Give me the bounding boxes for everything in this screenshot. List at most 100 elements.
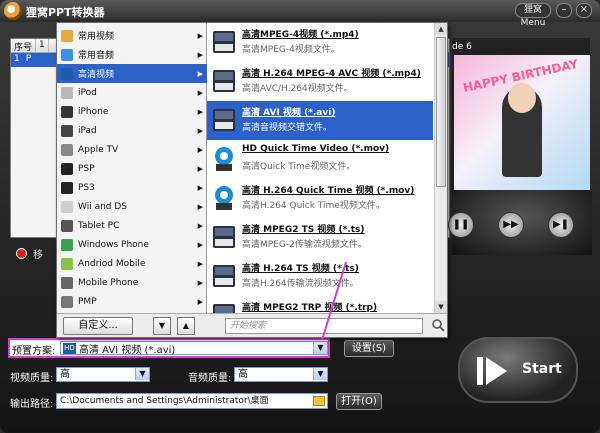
category-item[interactable]: 高清视频 ▶ <box>57 64 207 83</box>
category-list: 常用视频 ▶ 常用音频 ▶ 高清视频 ▶ iPod ▶ iPhone ▶ iPad ▶ Apple TV… <box>57 23 207 313</box>
category-item[interactable]: Tablet PC ▶ <box>57 216 207 235</box>
chevron-right-icon: ▶ <box>197 164 203 173</box>
forward-button[interactable]: ▶▶ <box>498 212 524 238</box>
ts-icon <box>213 226 235 248</box>
scroll-thumb[interactable] <box>436 37 446 187</box>
android-icon <box>61 257 73 270</box>
close-button[interactable]: × <box>576 3 592 18</box>
category-item[interactable]: 常用视频 ▶ <box>57 26 207 45</box>
category-item[interactable]: iPad ▶ <box>57 121 207 140</box>
mp4-icon <box>213 31 235 53</box>
app-title: 狸窝PPT转换器 <box>26 6 105 19</box>
open-folder-button[interactable]: 打开(O) <box>336 393 382 410</box>
format-item[interactable]: 高清 MPEG2 TRP 视频 (*.trp) <box>207 296 433 313</box>
category-item[interactable]: Wii and DS ▶ <box>57 197 207 216</box>
category-label: iPod <box>78 87 97 98</box>
chevron-down-icon[interactable]: ▼ <box>135 368 149 380</box>
category-item[interactable]: PMP ▶ <box>57 292 207 311</box>
move-down-button[interactable]: ▼ <box>153 317 171 335</box>
category-item[interactable]: Apple TV ▶ <box>57 140 207 159</box>
preset-value: 高清 AVI 视频 (*.avi) <box>79 344 176 356</box>
iphone-icon <box>61 105 73 118</box>
format-item[interactable]: 高清 H.264 Quick Time 视频 (*.mov) 高清H.264 Qu… <box>207 179 433 218</box>
preset-row: 预置方案: HD 高清 AVI 视频 (*.avi) ▼ <box>8 338 330 358</box>
hd-icon <box>61 67 73 80</box>
title-bar[interactable]: 狸窝PPT转换器 狸窝Menu – × <box>0 0 600 28</box>
format-item[interactable]: 高清 H.264 TS 视频 (*.ts) 高清H.264传输流视频文件。 <box>207 257 433 296</box>
chevron-right-icon: ▶ <box>197 240 203 249</box>
preset-dropdown[interactable]: HD 高清 AVI 视频 (*.avi) ▼ <box>60 341 328 356</box>
category-item[interactable]: 常用音频 ▶ <box>57 45 207 64</box>
format-title: 高清 H.264 Quick Time 视频 (*.mov) <box>242 186 415 196</box>
format-title: 高清 H.264 MPEG-4 AVC 视频 (*.mp4) <box>242 69 421 79</box>
minimize-button[interactable]: – <box>556 3 572 18</box>
output-path-label: 输出路径: <box>10 399 54 410</box>
file-row-name: P <box>25 54 32 64</box>
scroll-up-arrow-icon[interactable]: ▲ <box>435 23 447 35</box>
chevron-right-icon: ▶ <box>197 202 203 211</box>
format-title: HD Quick Time Video (*.mov) <box>242 144 390 154</box>
chevron-right-icon: ▶ <box>197 278 203 287</box>
video-quality-dropdown[interactable]: 高 ▼ <box>56 367 150 382</box>
mobile-icon <box>61 276 73 289</box>
audio-quality-value: 高 <box>238 369 248 380</box>
preview-image: HAPPY BIRTHDAY <box>454 55 590 190</box>
format-description: 高清MPEG-4视频文件。 <box>242 45 340 55</box>
format-item[interactable]: HD Quick Time Video (*.mov) 高清Quick Time视… <box>207 140 433 179</box>
format-list: 高清MPEG-4视频 (*.mp4) 高清MPEG-4视频文件。高清 H.264 … <box>207 23 433 313</box>
video-quality-value: 高 <box>60 369 70 380</box>
chevron-down-icon[interactable]: ▼ <box>313 342 327 354</box>
category-label: 高清视频 <box>78 70 115 80</box>
chevron-down-icon[interactable]: ▼ <box>313 368 327 380</box>
remove-file-button[interactable]: 移 <box>16 246 43 261</box>
chevron-right-icon: ▶ <box>197 88 203 97</box>
format-title: 高清MPEG-4视频 (*.mp4) <box>242 30 359 40</box>
format-item[interactable]: 高清 MPEG2 TS 视频 (*.ts) 高清MPEG-2传输流视频文件。 <box>207 218 433 257</box>
category-item[interactable]: Mobile Phone ▶ <box>57 273 207 292</box>
category-label: iPad <box>78 125 97 136</box>
category-item[interactable]: PSP ▶ <box>57 159 207 178</box>
format-description: 高清Quick Time视频文件。 <box>242 162 356 172</box>
video-quality-label: 视频质量: <box>10 373 54 384</box>
category-item[interactable]: Andriod Mobile ▶ <box>57 254 207 273</box>
chevron-right-icon: ▶ <box>197 31 203 40</box>
column-header[interactable]: 序号 <box>11 39 37 53</box>
menu-button[interactable]: 狸窝Menu <box>515 3 551 28</box>
category-label: PS3 <box>78 182 95 193</box>
folder-icon[interactable] <box>313 396 325 406</box>
column-header[interactable]: 1 <box>36 39 49 52</box>
start-button[interactable]: Start <box>458 337 578 403</box>
format-item[interactable]: 高清MPEG-4视频 (*.mp4) 高清MPEG-4视频文件。 <box>207 23 433 62</box>
category-label: Mobile Phone <box>78 277 139 288</box>
format-scrollbar[interactable]: ▲ ▼ <box>434 23 447 313</box>
category-item[interactable]: iPod ▶ <box>57 83 207 102</box>
category-item[interactable]: Windows Phone ▶ <box>57 235 207 254</box>
settings-button[interactable]: 设置(S) <box>344 340 394 357</box>
chevron-right-icon: ▶ <box>197 69 203 78</box>
format-title: 高清 H.264 TS 视频 (*.ts) <box>242 264 359 274</box>
hd-icon: HD <box>63 342 76 354</box>
pmp-icon <box>61 295 73 308</box>
search-input[interactable]: 开始搜索 <box>225 318 423 334</box>
avc-icon <box>213 70 235 92</box>
apple-icon <box>61 143 73 156</box>
category-item[interactable]: PS3 ▶ <box>57 178 207 197</box>
audio-quality-dropdown[interactable]: 高 ▼ <box>234 367 328 382</box>
ps3-icon <box>61 181 73 194</box>
chevron-right-icon: ▶ <box>197 183 203 192</box>
category-item[interactable]: iPhone ▶ <box>57 102 207 121</box>
search-icon[interactable] <box>431 318 445 332</box>
remove-icon <box>16 248 27 259</box>
pause-button[interactable]: ❚❚ <box>448 212 474 238</box>
format-item[interactable]: 高清 H.264 MPEG-4 AVC 视频 (*.mp4) 高清AVC/H.26… <box>207 62 433 101</box>
output-path-input[interactable]: C:\Documents and Settings\Administrator\… <box>56 393 328 409</box>
preview-figure-face <box>508 83 536 113</box>
custom-button[interactable]: 自定义... <box>63 317 133 335</box>
category-label: iPhone <box>78 106 109 117</box>
scroll-down-arrow-icon[interactable]: ▼ <box>435 301 447 313</box>
format-title: 高清 AVI 视频 (*.avi) <box>242 108 336 118</box>
format-item[interactable]: 高清 AVI 视频 (*.avi) 高清音视频交错文件。 <box>207 101 433 140</box>
film-icon <box>61 29 73 42</box>
move-up-button[interactable]: ▲ <box>177 317 195 335</box>
end-button[interactable]: ▶❚ <box>548 212 574 238</box>
